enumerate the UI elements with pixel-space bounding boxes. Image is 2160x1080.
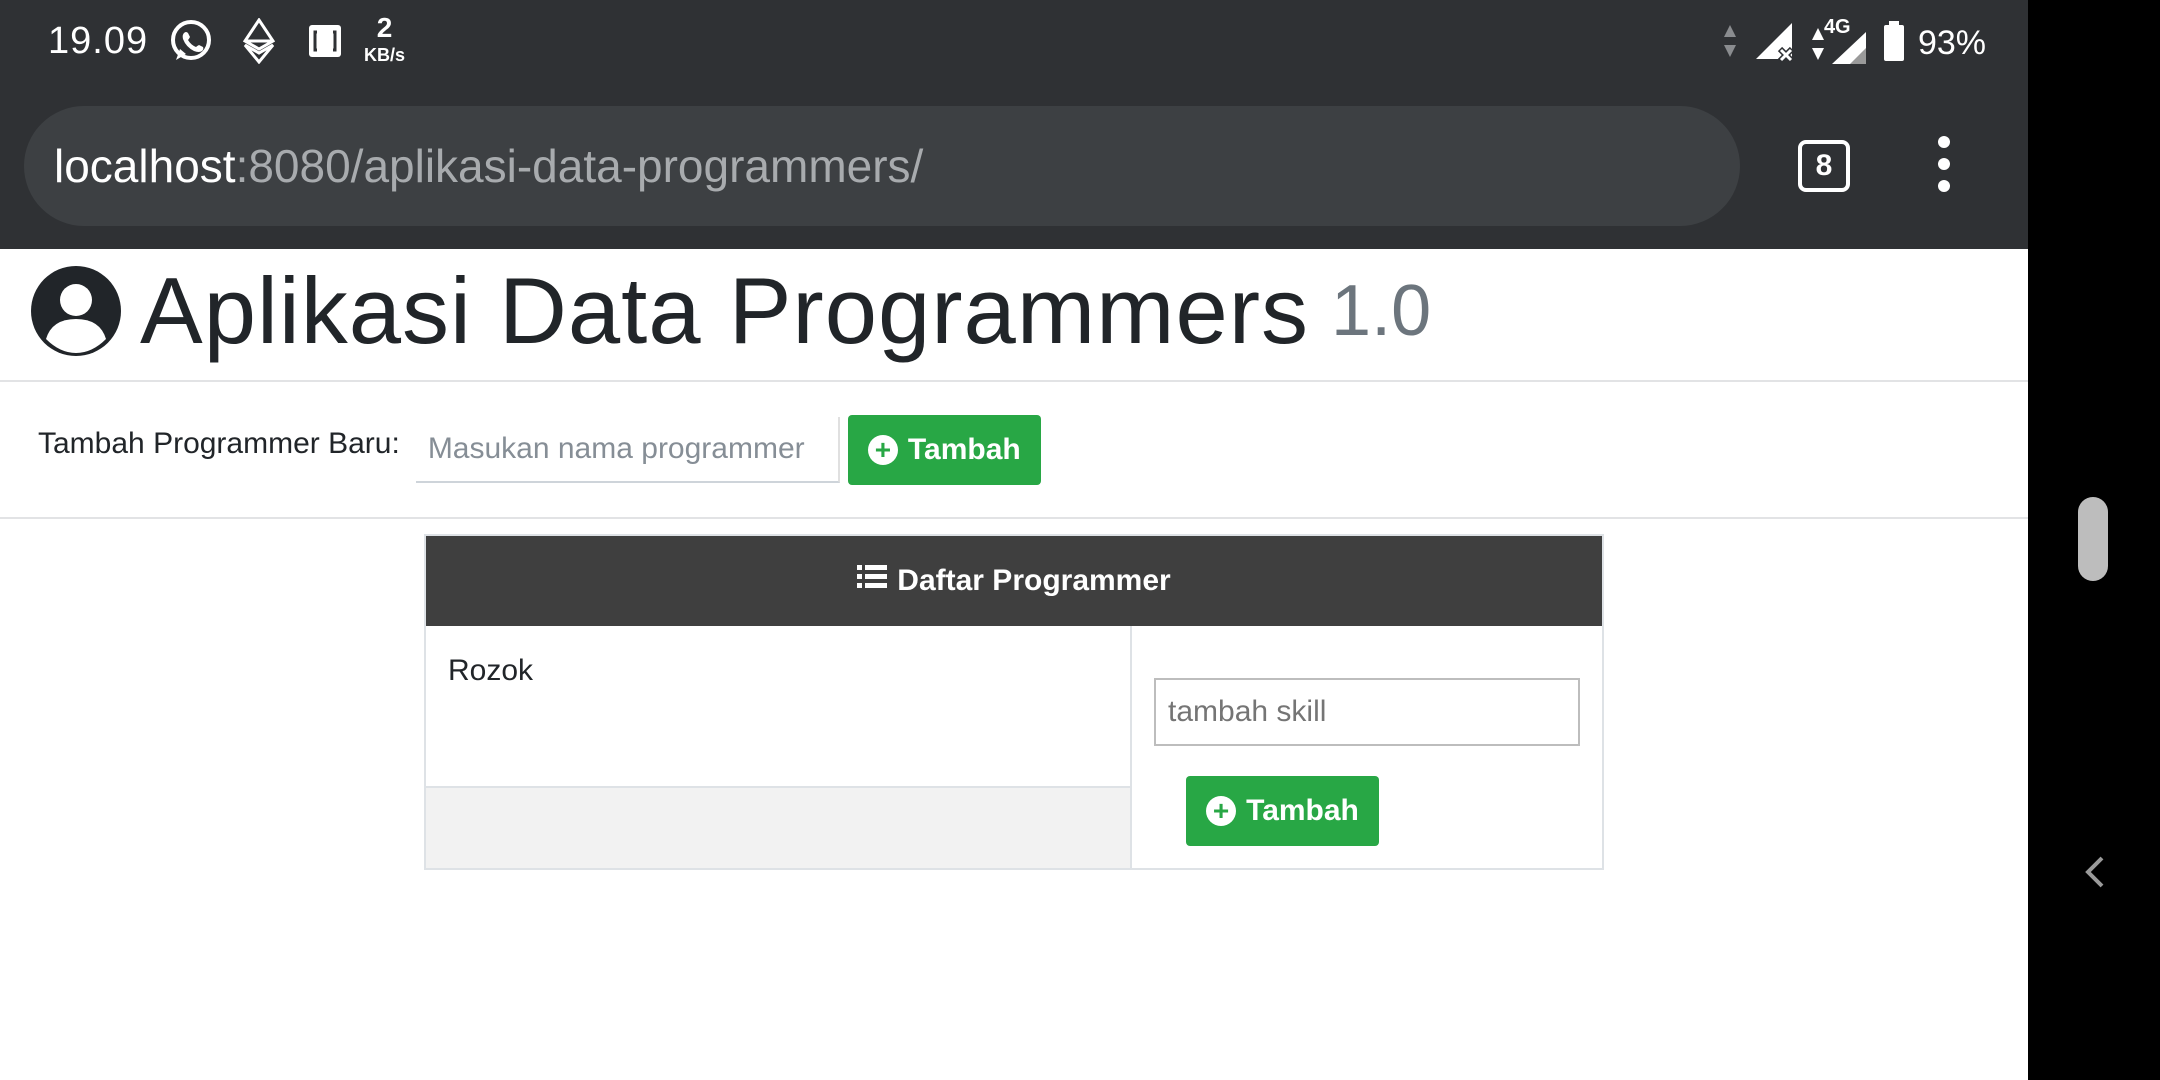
ethereum-icon xyxy=(234,16,284,66)
add-programmer-form: Tambah Programmer Baru: + Tambah xyxy=(38,414,1041,486)
web-page: Aplikasi Data Programmers 1.0 Tambah Pro… xyxy=(0,249,2028,1080)
tab-switcher-button[interactable]: 8 xyxy=(1798,140,1850,192)
status-right-group: 4G 93% xyxy=(1720,16,1986,68)
programmer-list-title: Daftar Programmer xyxy=(897,564,1171,597)
address-bar[interactable]: localhost:8080/aplikasi-data-programmers… xyxy=(24,106,1740,226)
signal-x-icon xyxy=(1752,19,1796,68)
scrollbar-thumb[interactable] xyxy=(2078,497,2108,581)
programmer-name-input[interactable] xyxy=(415,417,840,483)
battery-icon xyxy=(1882,20,1906,67)
divider xyxy=(0,517,2028,519)
skill-form-cell: + Tambah xyxy=(1132,626,1602,868)
add-programmer-button[interactable]: + Tambah xyxy=(847,415,1041,485)
signal-4g-icon: 4G xyxy=(1808,16,1870,66)
programmer-info-cell: Rozok xyxy=(426,626,1132,868)
url-host: localhost xyxy=(54,140,236,192)
browser-toolbar: localhost:8080/aplikasi-data-programmers… xyxy=(0,86,2028,249)
battery-percent: 93% xyxy=(1917,23,1986,62)
programmer-list-card: Daftar Programmer Rozok + Tambah xyxy=(424,534,1604,870)
plus-circle-icon: + xyxy=(1206,796,1237,826)
version-label: 1.0 xyxy=(1331,271,1432,351)
add-skill-button[interactable]: + Tambah xyxy=(1186,776,1379,846)
add-skill-button-label: Tambah xyxy=(1246,794,1359,827)
divider xyxy=(0,380,2028,382)
url-path: :8080/aplikasi-data-programmers/ xyxy=(235,140,924,192)
plus-circle-icon: + xyxy=(867,435,898,465)
tab-count: 8 xyxy=(1815,149,1833,182)
back-chevron-icon[interactable] xyxy=(2080,852,2108,892)
skill-list-footer xyxy=(426,786,1130,868)
add-programmer-label: Tambah Programmer Baru: xyxy=(38,427,400,460)
user-circle-icon xyxy=(30,265,122,357)
screenshot-icon xyxy=(300,16,350,66)
more-vert-icon[interactable] xyxy=(1926,136,1962,196)
whatsapp-icon xyxy=(166,16,216,66)
skill-input[interactable] xyxy=(1154,678,1580,746)
data-arrows-icon xyxy=(1720,21,1740,66)
status-bar: 19.09 2 KB/s 4G 93% xyxy=(0,0,2028,86)
status-time: 19.09 xyxy=(48,20,149,62)
programmer-list-header: Daftar Programmer xyxy=(426,536,1602,626)
add-programmer-button-label: Tambah xyxy=(907,433,1021,466)
list-icon xyxy=(857,564,888,598)
page-header: Aplikasi Data Programmers 1.0 xyxy=(30,258,1432,363)
network-speed: 2 KB/s xyxy=(364,12,406,65)
programmer-row: Rozok + Tambah xyxy=(426,626,1602,868)
programmer-name: Rozok xyxy=(448,654,534,687)
page-title: Aplikasi Data Programmers xyxy=(140,258,1310,363)
